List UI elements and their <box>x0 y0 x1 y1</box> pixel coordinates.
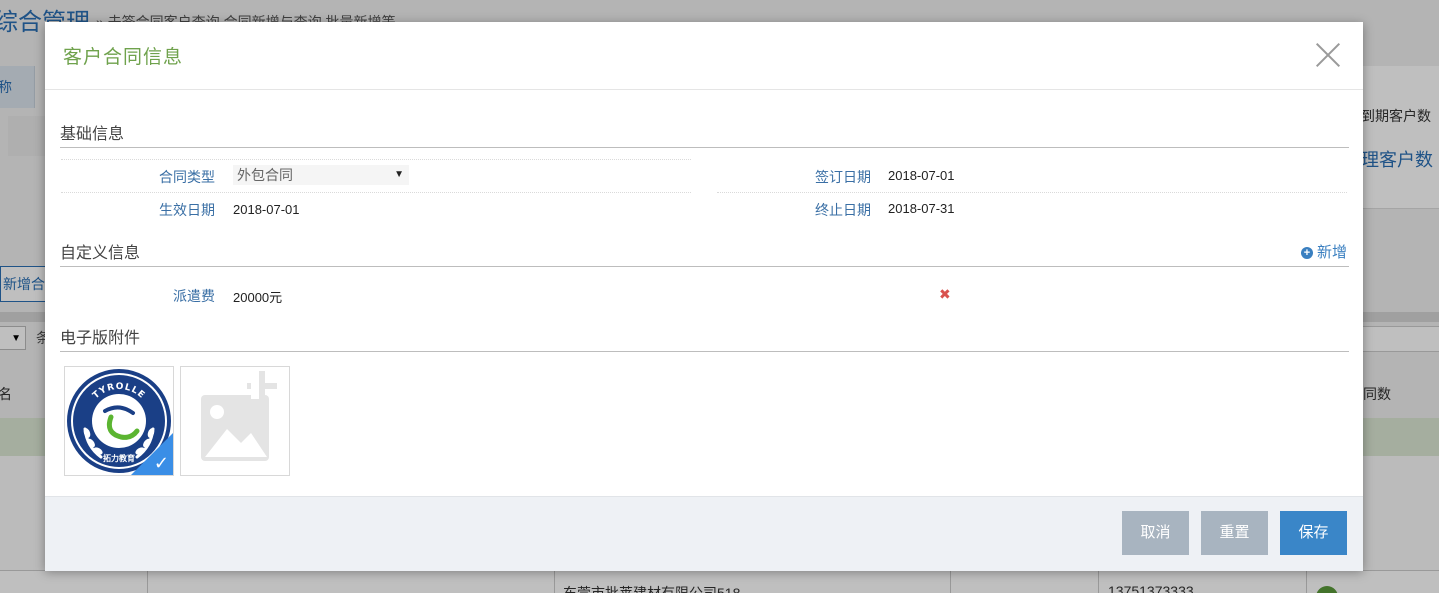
add-custom-field-label: 新增 <box>1317 244 1348 261</box>
row-divider <box>61 159 691 160</box>
close-icon[interactable] <box>1315 42 1341 68</box>
contract-type-value: 外包合同 <box>237 167 293 183</box>
contract-info-dialog: 客户合同信息 基础信息 合同类型 外包合同 ▼ 签订日期 2018-07-01 … <box>45 22 1363 571</box>
delete-x-icon[interactable]: ✖ <box>939 286 951 303</box>
sign-date-label: 签订日期 <box>815 169 871 185</box>
section-title-custom: 自定义信息 <box>60 245 141 262</box>
caret-down-icon: ▼ <box>394 169 404 180</box>
section-divider <box>60 351 1349 352</box>
add-attachment-button[interactable] <box>180 366 290 476</box>
section-title-basic: 基础信息 <box>60 126 125 143</box>
save-button[interactable]: 保存 <box>1280 511 1347 555</box>
custom-field-label: 派遣费 <box>173 288 215 304</box>
section-divider <box>60 147 1349 148</box>
cancel-button[interactable]: 取消 <box>1122 511 1189 555</box>
effective-date-label: 生效日期 <box>159 202 215 218</box>
contract-type-label: 合同类型 <box>159 169 215 185</box>
end-date-value[interactable]: 2018-07-31 <box>888 201 955 216</box>
dialog-header: 客户合同信息 <box>45 22 1363 90</box>
dialog-footer: 取消 重置 保存 <box>45 496 1363 571</box>
attachment-thumbnail[interactable]: TYROLLE 拓力教育 ✓ <box>64 366 174 476</box>
row-divider <box>717 192 1347 193</box>
add-custom-field-button[interactable]: + 新增 <box>1301 241 1347 262</box>
dialog-title: 客户合同信息 <box>63 46 184 68</box>
sign-date-value[interactable]: 2018-07-01 <box>888 168 955 183</box>
custom-field-value[interactable]: 20000元 <box>233 287 282 306</box>
section-divider <box>60 266 1349 267</box>
section-title-attachments: 电子版附件 <box>60 330 141 347</box>
image-add-icon <box>201 371 277 461</box>
check-icon: ✓ <box>153 453 169 473</box>
reset-button[interactable]: 重置 <box>1201 511 1268 555</box>
row-divider <box>61 192 691 193</box>
end-date-label: 终止日期 <box>815 202 871 218</box>
contract-type-select[interactable]: 外包合同 ▼ <box>233 165 409 185</box>
plus-circle-icon: + <box>1301 247 1313 259</box>
effective-date-value[interactable]: 2018-07-01 <box>233 202 300 217</box>
